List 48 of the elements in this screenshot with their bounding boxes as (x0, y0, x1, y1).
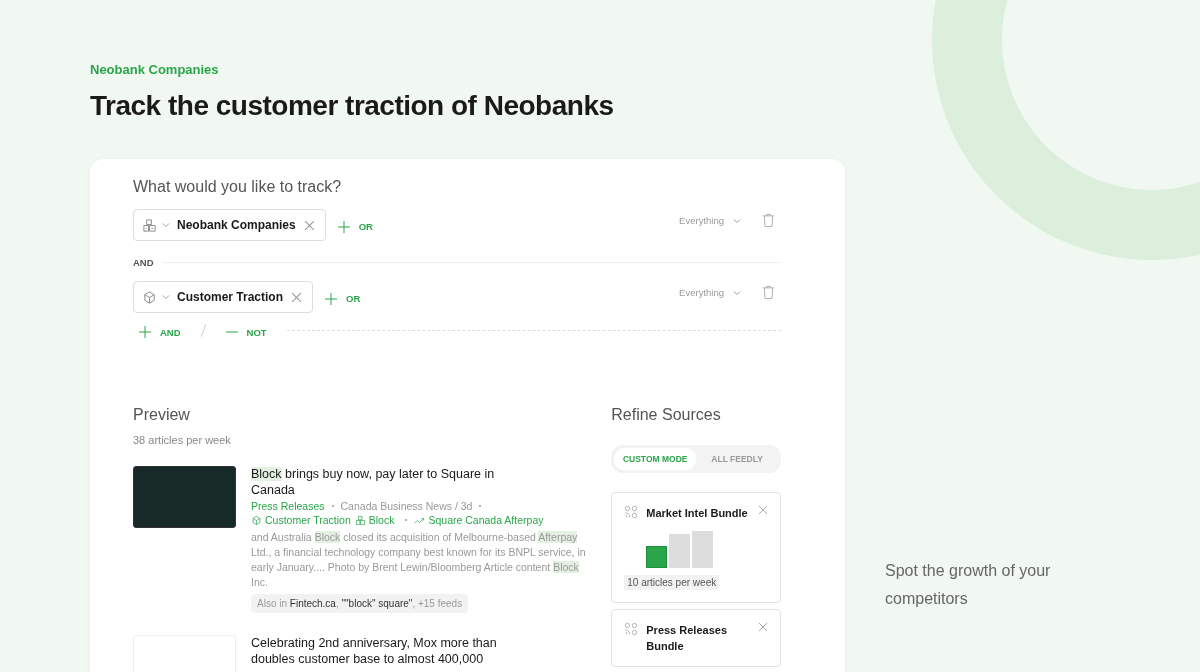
building-icon (354, 514, 366, 526)
feed-info: Canada Business News / 3d (340, 500, 473, 512)
plus-icon (139, 326, 151, 338)
mode-tab[interactable]: CUSTOM MODE (614, 448, 697, 470)
add-and-button[interactable]: AND (135, 326, 185, 338)
mode-tab[interactable]: ALL FEEDLY (696, 448, 778, 470)
scope-dropdown[interactable]: Everything (679, 215, 742, 226)
scope-dropdown[interactable]: Everything (679, 287, 742, 298)
topic-chip[interactable]: Neobank Companies (133, 209, 326, 241)
volume-bar[interactable] (646, 546, 668, 568)
refine-title: Refine Sources (611, 406, 722, 424)
and-label: AND (133, 257, 154, 268)
volume-label: 10 articles per week (624, 575, 720, 590)
chevron-down-icon (161, 292, 171, 302)
source-link[interactable]: Press Releases (251, 500, 325, 512)
add-or-button[interactable]: OR (321, 292, 365, 305)
bundle-name: Market Intel Bundle (646, 506, 749, 521)
plus-icon (325, 292, 338, 305)
article-count: 38 articles per week (133, 434, 232, 446)
building-icon (142, 217, 157, 233)
topic-tag[interactable]: Customer Traction (251, 514, 351, 526)
close-icon[interactable] (291, 291, 303, 303)
feed-icon (624, 622, 639, 636)
topic-chip[interactable]: Customer Traction (133, 281, 314, 313)
headline: Track the customer traction of Neobanks (90, 90, 615, 122)
question-label: What would you like to track? (133, 178, 343, 196)
topic-tag[interactable]: Block (354, 514, 395, 526)
article-snippet: and Australia Block closed its acquisition of Melbourne-based Afterpay Ltd., a financial technology company best known for its BNPL service, in early January.... Photo by Brent Lewin/Bloomberg Article content Block Inc. (251, 530, 587, 590)
feed-icon (624, 505, 639, 519)
close-icon[interactable] (758, 622, 768, 632)
cube-icon (142, 289, 157, 305)
also-in-note: Also in Fintech.ca, ""block" square", +15 feeds (251, 594, 469, 613)
preview-title: Preview (133, 406, 191, 424)
topic-tag[interactable]: Square Canada Afterpay (414, 514, 544, 526)
cube-icon (251, 514, 262, 526)
tagline: Spot the growth of your competitors (885, 561, 1052, 609)
article-title[interactable]: Block brings buy now, pay later to Square in Canada (251, 466, 501, 498)
delete-icon[interactable] (762, 213, 775, 228)
close-icon[interactable] (303, 219, 315, 231)
add-not-button[interactable]: NOT (221, 326, 271, 338)
add-or-button[interactable]: OR (333, 220, 377, 233)
article-title[interactable]: Celebrating 2nd anniversary, Mox more than doubles customer base to almost 400,000 (251, 635, 501, 667)
close-icon[interactable] (758, 505, 768, 515)
plus-icon (337, 220, 350, 233)
chevron-down-icon (161, 220, 171, 230)
delete-icon[interactable] (762, 285, 775, 300)
bundle-name: Press Releases Bundle (646, 623, 728, 654)
section-label: Neobank Companies (90, 62, 220, 77)
